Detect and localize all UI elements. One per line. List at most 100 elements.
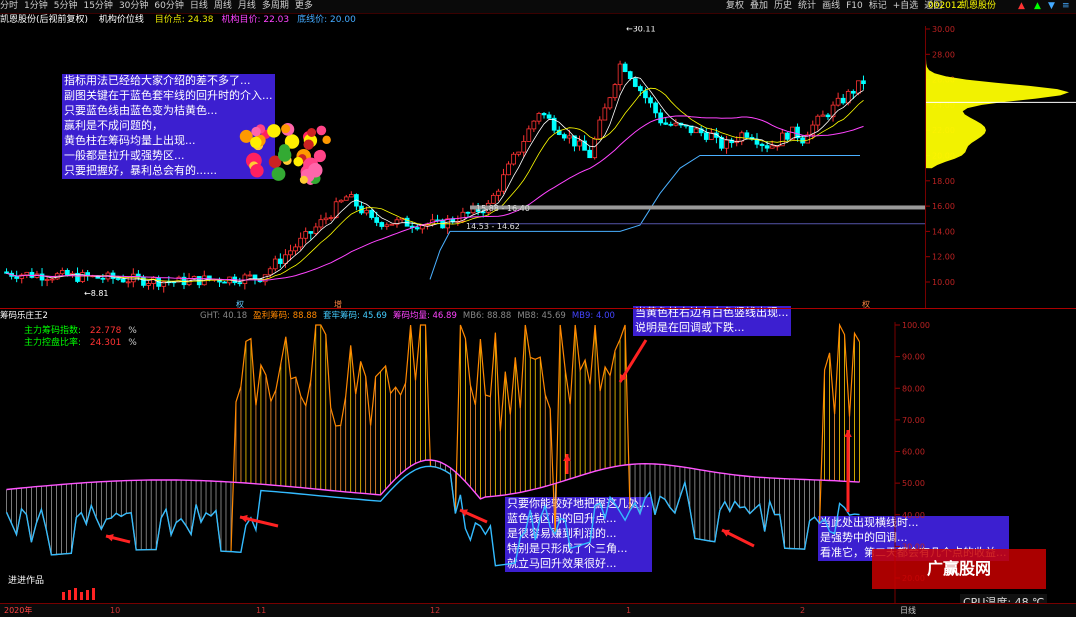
sub-info-bar: 筹码乐庄王2 GHT: 40.18 盈利筹码: 88.88 套牢筹码: 45.69 筹… — [0, 310, 615, 322]
candle-body — [511, 153, 516, 165]
sub-tick-label: 90.00 — [902, 353, 925, 362]
candle-body — [318, 219, 324, 228]
note-line: 指标用法已经给大家介绍的差不多了... — [64, 74, 251, 88]
period-tab[interactable]: 分时 — [0, 0, 18, 13]
flower-petal — [250, 164, 264, 178]
candle-body — [825, 114, 831, 118]
arrow-down-1 — [618, 339, 648, 383]
candle-body — [146, 283, 151, 286]
range-label: 15.88 - 16.40 — [476, 204, 530, 213]
candle-body — [414, 227, 420, 230]
candle-body — [739, 132, 745, 142]
flower-petal — [313, 149, 326, 163]
tool-button[interactable]: 统计 — [798, 0, 816, 13]
sub-tick-label: 80.00 — [902, 384, 925, 393]
flower-petal — [307, 128, 317, 137]
period-tab[interactable]: 15分钟 — [83, 0, 112, 13]
tool-button[interactable]: +自选 — [893, 0, 919, 13]
candle-body — [536, 113, 542, 122]
high-price-label: ←30.11 — [626, 26, 656, 34]
period-tab[interactable]: 更多 — [295, 0, 313, 13]
flower-petal — [303, 139, 314, 150]
candle-body — [389, 223, 395, 226]
candle-body — [516, 151, 522, 155]
indicator-name: 机构价位线 — [98, 15, 144, 25]
period-tab[interactable]: 月线 — [238, 0, 256, 13]
period-tab[interactable]: 多周期 — [262, 0, 289, 13]
date-label: 12 — [430, 606, 441, 615]
candle-body — [506, 163, 511, 176]
candle-body — [627, 71, 633, 79]
tool-button[interactable]: 历史 — [774, 0, 792, 13]
sub-tick-label: 60.00 — [902, 448, 925, 457]
main-info-bar: 凯恩股份(后视前复权) 机构价位线 目价点: 24.38 机构目价: 22.03 底… — [0, 14, 372, 26]
right-tool-buttons[interactable]: 复权 叠加 历史 统计 画线 F10 标记 +自选 返回 — [726, 0, 948, 13]
sub-indicator-values: GHT: 40.18 盈利筹码: 88.88 套牢筹码: 45.69 筹码均量: 46… — [200, 310, 621, 322]
candle-body — [815, 115, 821, 126]
sub-indicator-value: MB9: 4.00 — [571, 311, 615, 321]
arrow-up-2-head — [844, 430, 852, 438]
candle-body — [744, 132, 750, 138]
candle-body — [587, 149, 592, 159]
candle-body — [612, 84, 618, 99]
flower-petal — [299, 175, 308, 184]
flower-petal — [322, 135, 331, 145]
tool-button[interactable]: 标记 — [869, 0, 887, 13]
volume-bar — [92, 588, 95, 600]
note-line: 副图关键在于蓝色套牢线的回升时的介入... — [64, 89, 273, 103]
period-tab[interactable]: 60分钟 — [154, 0, 183, 13]
flower-petal — [267, 124, 281, 138]
tool-button[interactable]: 叠加 — [750, 0, 768, 13]
period-tabs[interactable]: 分时 1分钟 5分钟 15分钟 30分钟 60分钟 日线 周线 月线 多周期 更多 — [0, 1, 319, 11]
tool-button[interactable]: 画线 — [822, 0, 840, 13]
flower-petal — [308, 163, 323, 178]
brand-watermark: 广赢股网 — [872, 549, 1046, 589]
candle-body — [4, 271, 9, 274]
period-tab[interactable]: 周线 — [214, 0, 232, 13]
candle-body — [856, 80, 861, 94]
price-tick-label: 16.00 — [932, 202, 955, 211]
sub-indicator-value: GHT: 40.18 — [200, 311, 248, 321]
candle-body — [125, 281, 131, 284]
candle-body — [526, 128, 532, 142]
range-label: 14.53 - 14.62 — [466, 222, 520, 231]
tool-button[interactable]: F10 — [846, 0, 863, 13]
period-tab[interactable]: 30分钟 — [119, 0, 148, 13]
down-arrow-icon[interactable]: ▼ — [1048, 0, 1055, 13]
period-tab[interactable]: 日线 — [190, 0, 208, 13]
candle-body — [820, 114, 826, 117]
sub-tick-label: 40.00 — [902, 511, 925, 520]
tool-button[interactable]: 复权 — [726, 0, 744, 13]
flower-petal — [281, 124, 291, 134]
up-arrow-icon[interactable]: ▲ — [1034, 0, 1041, 13]
trapped-chip-line — [5, 465, 860, 567]
candle-body — [419, 225, 425, 230]
candle-body — [364, 209, 369, 214]
candle-body — [769, 145, 775, 149]
candle-body — [759, 143, 765, 147]
volume-bar — [86, 590, 89, 600]
low-price-label: ←8.81 — [84, 289, 109, 298]
candle-body — [648, 97, 653, 104]
indicator-value: 机构目价: 22.03 — [221, 15, 290, 25]
candle-body — [490, 194, 496, 204]
period-tab[interactable]: 5分钟 — [54, 0, 78, 13]
candle-body — [653, 102, 658, 114]
sub-indicator-value: MB8: 45.69 — [517, 311, 566, 321]
candle-body — [65, 269, 70, 277]
period-tab[interactable]: 1分钟 — [24, 0, 48, 13]
candle-body — [496, 190, 501, 196]
chip-distribution — [926, 41, 1069, 169]
date-label: 11 — [256, 606, 267, 615]
flower-petal — [250, 136, 262, 149]
stock-code: 002012 — [928, 1, 963, 11]
candle-body — [663, 122, 669, 125]
candle-body — [283, 254, 288, 264]
pane-divider[interactable] — [0, 308, 1076, 309]
candle-body — [379, 222, 385, 227]
candle-body — [298, 237, 303, 248]
price-tick-label: 28.00 — [932, 50, 955, 59]
menu-icon[interactable]: ≡ — [1062, 0, 1070, 13]
price-tick-label: 14.00 — [932, 227, 955, 236]
flag-icon[interactable]: ▲ — [1018, 0, 1025, 13]
